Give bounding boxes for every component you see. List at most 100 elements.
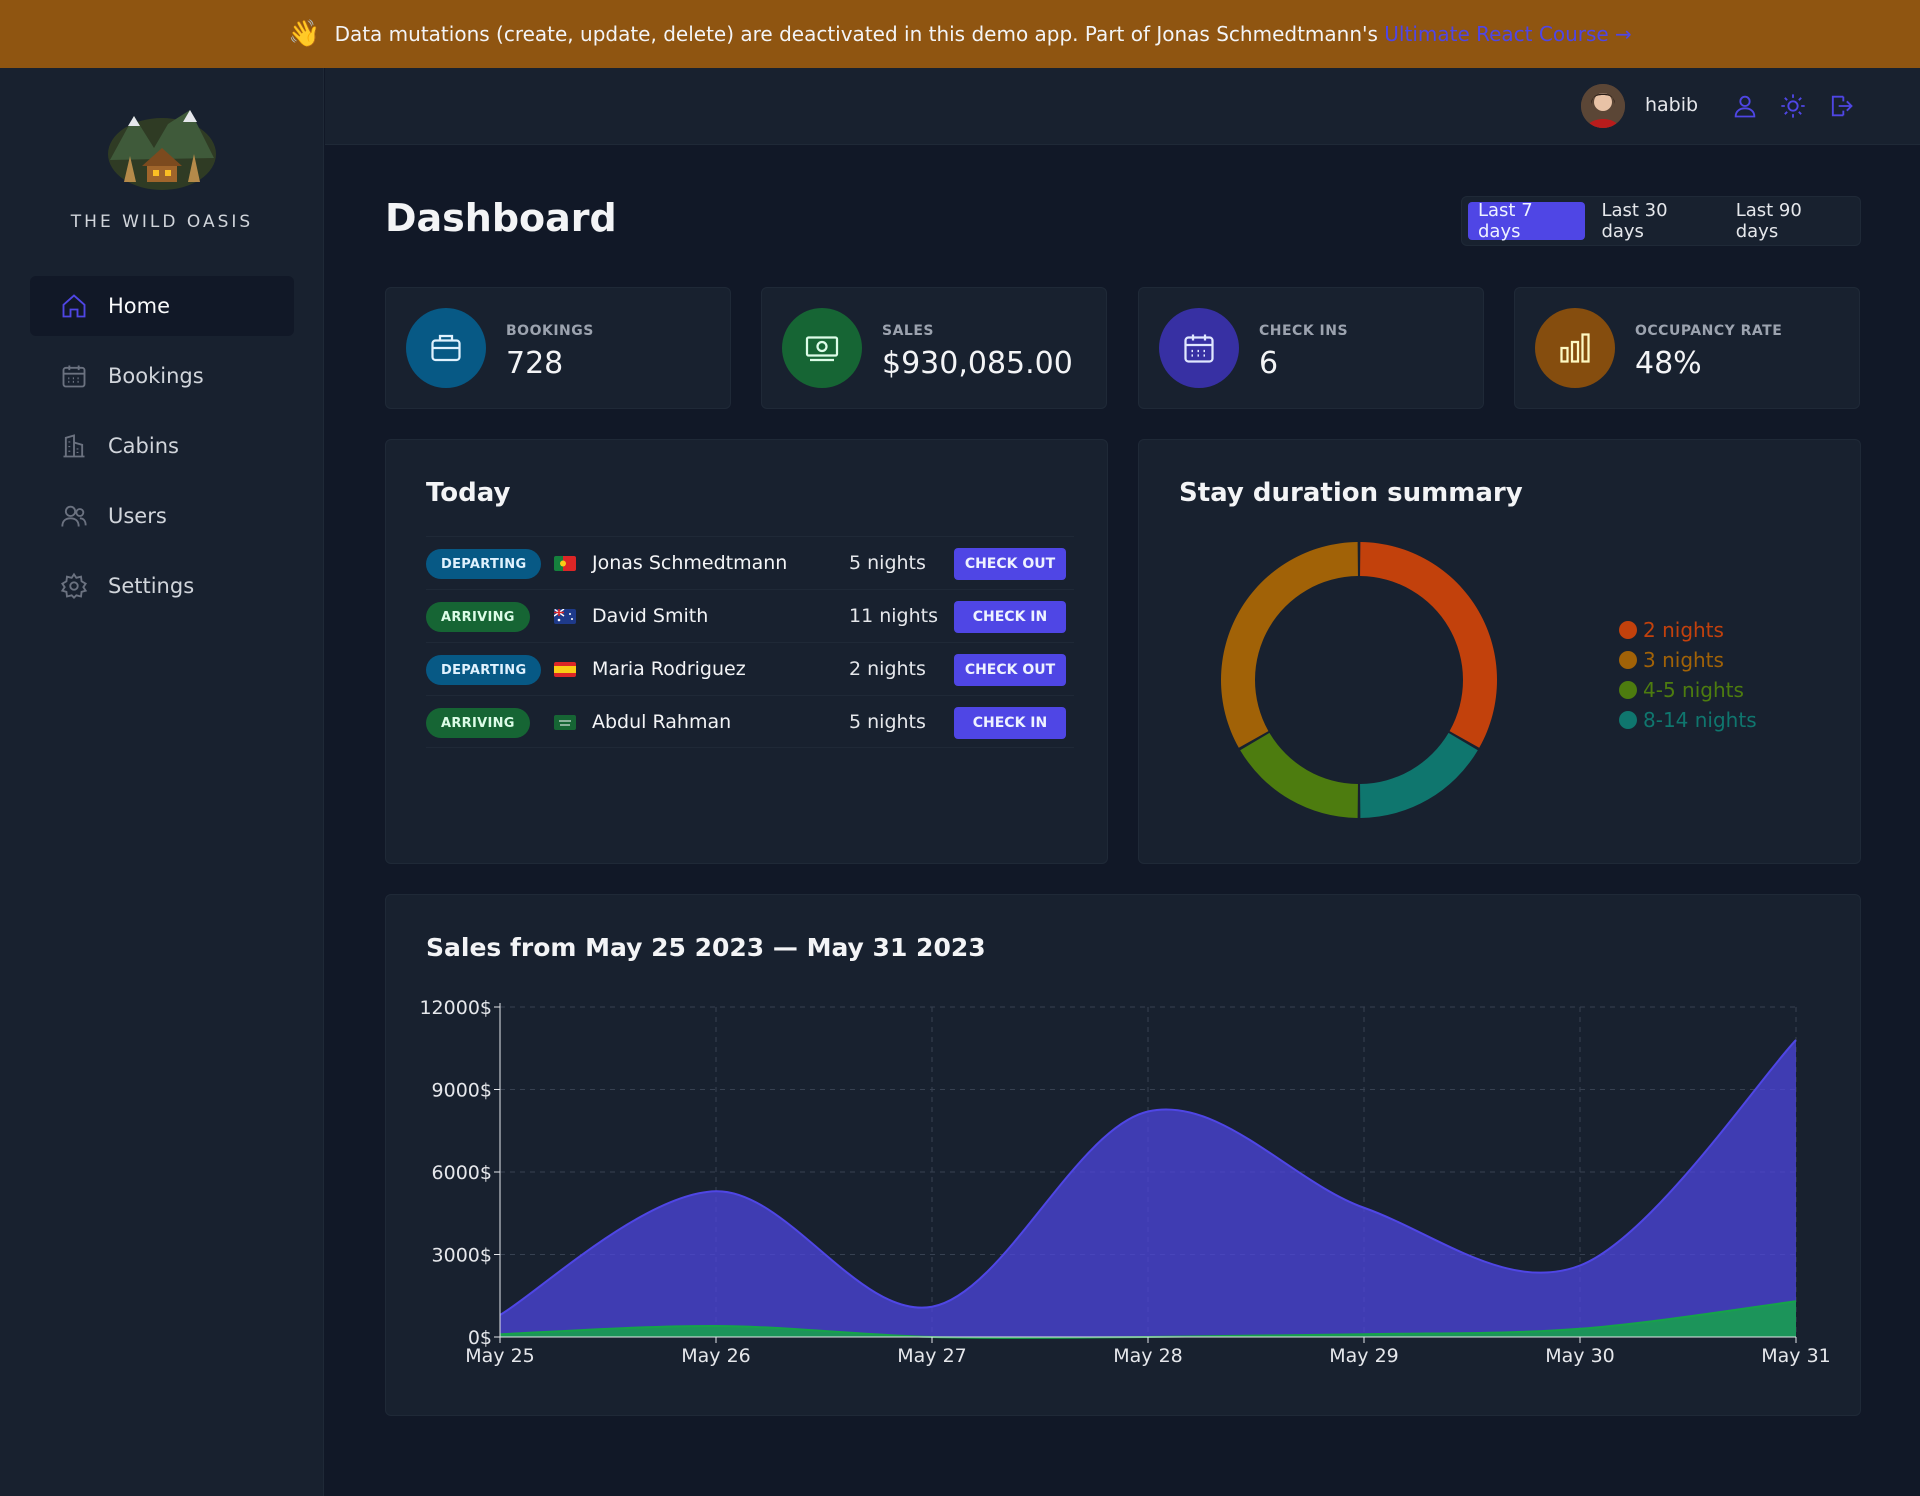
stat-value: 48%: [1635, 346, 1702, 381]
donut-slice: [1360, 732, 1478, 818]
nav-item-users[interactable]: Users: [30, 486, 294, 546]
calendar-days-icon: [1184, 334, 1214, 363]
demo-banner: 👋 Data mutations (create, update, delete…: [0, 0, 1920, 68]
legend-label: 8-14 nights: [1643, 708, 1757, 732]
nights-count: 2 nights: [849, 658, 926, 680]
duration-donut-chart: [1221, 542, 1497, 818]
sidebar: THE WILD OASIS Home Bookings Cabins User…: [0, 68, 324, 1496]
stat-label: CHECK INS: [1259, 323, 1349, 339]
calendar-icon: [62, 365, 86, 388]
check-in-button[interactable]: CHECK IN: [954, 707, 1066, 739]
legend-label: 4-5 nights: [1643, 678, 1744, 702]
legend-dot: [1619, 711, 1637, 729]
x-tick-label: May 25: [465, 1345, 535, 1367]
australia-flag-icon: [554, 609, 576, 624]
course-link[interactable]: Ultimate React Course →: [1384, 22, 1632, 46]
gear-icon: [60, 572, 88, 599]
legend-item: 3 nights: [1619, 645, 1757, 675]
stat-label: BOOKINGS: [506, 323, 594, 339]
today-row: DEPARTING Maria Rodriguez 2 nights CHECK…: [426, 642, 1074, 695]
top-header: habib: [325, 68, 1920, 145]
y-tick-label: 9000$: [432, 1080, 492, 1102]
nav-label-cabins: Cabins: [108, 434, 179, 458]
duration-panel: Stay duration summary 2 nights 3 nights …: [1138, 439, 1861, 864]
avatar[interactable]: [1581, 84, 1625, 128]
stat-sales: SALES $930,085.00: [761, 287, 1107, 409]
area-total-sales: [500, 1040, 1796, 1337]
sales-panel: Sales from May 25 2023 — May 31 2023 0$ 3…: [385, 894, 1861, 1416]
banknotes-icon: [805, 336, 839, 362]
x-tick-label: May 28: [1113, 1345, 1183, 1367]
nav-item-home[interactable]: Home: [30, 276, 294, 336]
stat-checkins: CHECK INS 6: [1138, 287, 1484, 409]
stat-value: 6: [1259, 346, 1279, 381]
user-photo: [1581, 84, 1625, 128]
status-badge: ARRIVING: [426, 602, 530, 632]
stat-bookings-icon-circle: [406, 308, 486, 388]
users-icon: [61, 505, 87, 527]
legend-item: 8-14 nights: [1619, 705, 1757, 735]
guest-name: David Smith: [592, 605, 709, 627]
user-icon[interactable]: [1731, 92, 1759, 120]
home-icon: [62, 294, 86, 318]
nav-item-bookings[interactable]: Bookings: [30, 346, 294, 406]
nav-item-cabins[interactable]: Cabins: [30, 416, 294, 476]
check-out-button[interactable]: CHECK OUT: [954, 654, 1066, 686]
today-title: Today: [426, 478, 511, 508]
stat-checkins-icon-circle: [1159, 308, 1239, 388]
check-in-button[interactable]: CHECK IN: [954, 601, 1066, 633]
today-row: ARRIVING David Smith 11 nights CHECK IN: [426, 589, 1074, 642]
guest-name: Jonas Schmedtmann: [592, 552, 788, 574]
x-tick-label: May 31: [1761, 1345, 1831, 1367]
filter-last-90-days[interactable]: Last 90 days: [1726, 200, 1854, 242]
sales-area-chart: 0$3000$6000$9000$12000$May 25 May 26 May 2…: [419, 997, 1831, 1367]
nav-label-bookings: Bookings: [108, 364, 204, 388]
today-row: DEPARTING Jonas Schmedtmann 5 nights CHE…: [426, 536, 1074, 589]
guest-name: Abdul Rahman: [592, 711, 732, 733]
stat-label: SALES: [882, 323, 934, 339]
spain-flag-icon: [554, 662, 576, 677]
logo-cabin-icon: [108, 110, 216, 190]
stat-sales-icon-circle: [782, 308, 862, 388]
nav-item-settings[interactable]: Settings: [30, 556, 294, 616]
logout-icon[interactable]: [1827, 92, 1855, 120]
today-panel: Today DEPARTING Jonas Schmedtmann 5 nigh…: [385, 439, 1108, 864]
legend-dot: [1619, 621, 1637, 639]
logo[interactable]: THE WILD OASIS: [0, 104, 324, 232]
legend-label: 3 nights: [1643, 648, 1724, 672]
banner-text: Data mutations (create, update, delete) …: [334, 22, 1378, 46]
status-badge: DEPARTING: [426, 655, 542, 685]
username: habib: [1645, 94, 1699, 116]
wave-icon: 👋: [288, 19, 321, 49]
stat-occupancy: OCCUPANCY RATE 48%: [1514, 287, 1860, 409]
x-tick-label: May 26: [681, 1345, 751, 1367]
check-out-button[interactable]: CHECK OUT: [954, 548, 1066, 580]
nav-label-settings: Settings: [108, 574, 195, 598]
building-icon: [63, 434, 85, 458]
legend-item: 4-5 nights: [1619, 675, 1757, 705]
nights-count: 5 nights: [849, 552, 926, 574]
donut-slice: [1240, 732, 1358, 818]
donut-slice: [1360, 542, 1497, 748]
nav-label-home: Home: [108, 294, 171, 318]
stat-value: $930,085.00: [882, 346, 1073, 381]
status-badge: DEPARTING: [426, 549, 542, 579]
today-row: ARRIVING Abdul Rahman 5 nights CHECK IN: [426, 695, 1074, 748]
duration-legend: 2 nights 3 nights 4-5 nights 8-14 nights: [1619, 615, 1757, 735]
guest-name: Maria Rodriguez: [592, 658, 746, 680]
y-tick-label: 12000$: [419, 997, 492, 1019]
briefcase-icon: [431, 334, 461, 362]
status-badge: ARRIVING: [426, 708, 530, 738]
legend-item: 2 nights: [1619, 615, 1757, 645]
filter-last-7-days[interactable]: Last 7 days: [1468, 200, 1586, 242]
date-filter: Last 7 days Last 30 days Last 90 days: [1461, 196, 1861, 246]
nights-count: 5 nights: [849, 711, 926, 733]
saudi-arabia-flag-icon: [554, 715, 576, 730]
nights-count: 11 nights: [849, 605, 938, 627]
sun-icon[interactable]: [1779, 92, 1807, 120]
bar-chart-icon: [1560, 333, 1590, 363]
stat-label: OCCUPANCY RATE: [1635, 323, 1783, 339]
legend-dot: [1619, 681, 1637, 699]
x-tick-label: May 29: [1329, 1345, 1399, 1367]
filter-last-30-days[interactable]: Last 30 days: [1591, 200, 1719, 242]
